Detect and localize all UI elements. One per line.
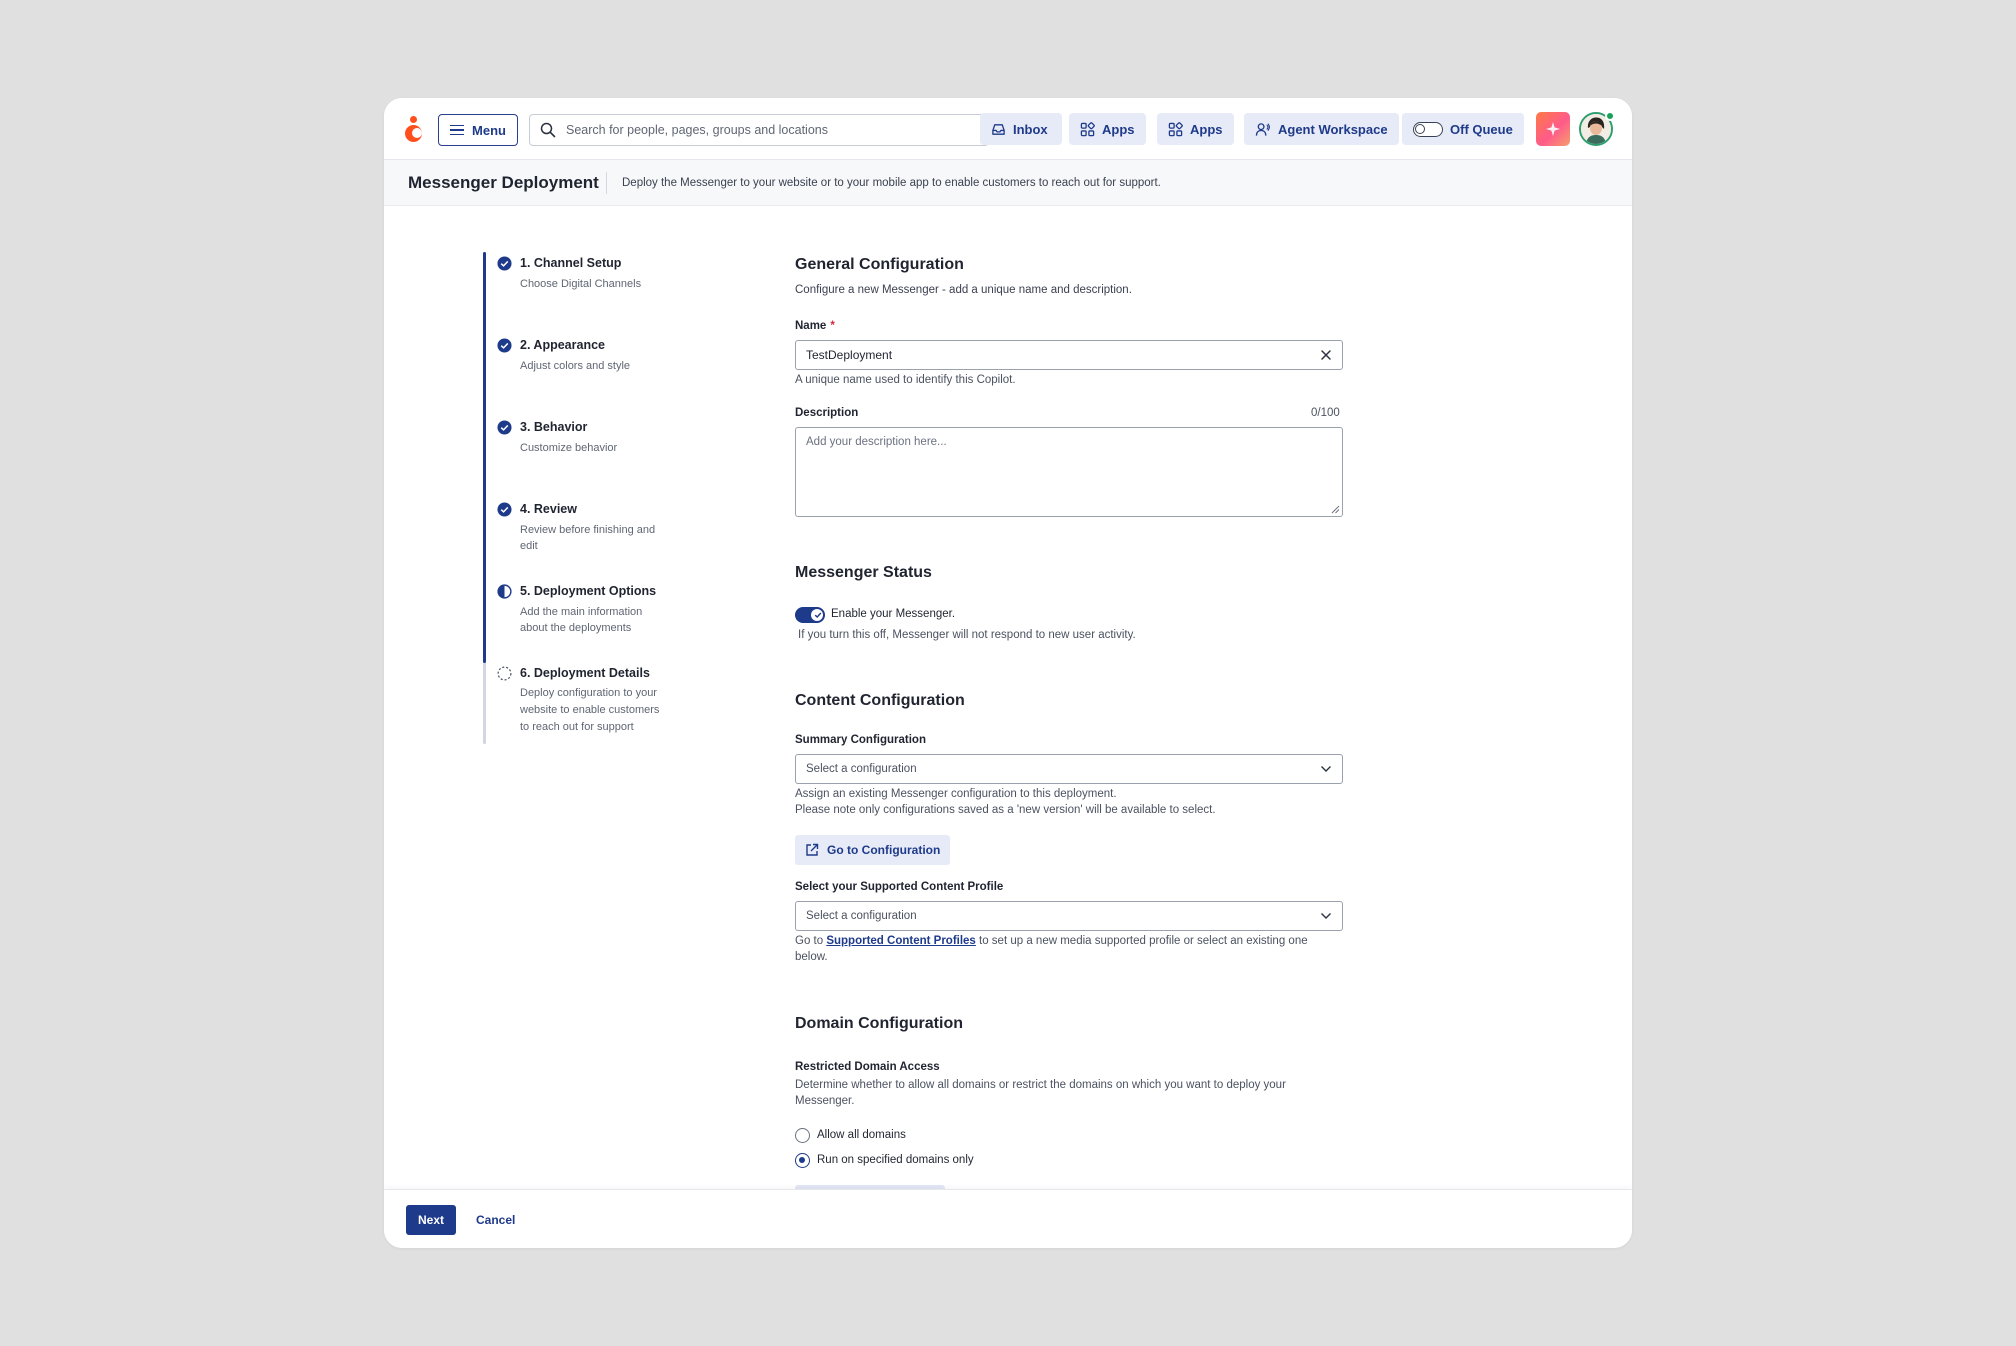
step-title: 2. Appearance [520,338,605,352]
clear-icon[interactable] [1320,349,1332,361]
header-divider [606,172,607,194]
online-status-dot [1605,111,1615,121]
description-counter: 0/100 [1311,407,1340,419]
step-title: 5. Deployment Options [520,584,657,598]
queue-status-label: Off Queue [1450,121,1513,137]
step-subtitle: Review before finishing and edit [520,524,656,552]
content-profile-help: Go to Supported Content Profiles to set … [795,935,1308,947]
next-button[interactable]: Next [406,1205,456,1235]
enable-messenger-label: Enable your Messenger. [831,608,956,620]
apps-button-2[interactable]: Apps [1157,113,1234,145]
hamburger-icon [450,125,465,135]
step-subtitle: Add the main information about the deplo… [520,606,643,634]
summary-config-label: Summary Configuration [795,734,926,746]
resize-grip-icon[interactable] [1331,505,1340,514]
content-profile-help-line2: below. [795,951,828,963]
go-to-configuration-label: Go to Configuration [827,843,941,857]
step-subtitle: Adjust colors and style [520,360,631,372]
summary-help-2: Please note only configurations saved as… [795,804,1216,816]
specified-domains-label[interactable]: Run on specified domains only [817,1154,974,1166]
external-link-icon [806,843,819,856]
agent-workspace-button[interactable]: Agent Workspace [1244,113,1399,145]
search-icon [540,122,556,138]
half-circle-progress-icon [497,584,512,599]
menu-button-label: Menu [472,122,506,138]
agent-headset-icon [1255,122,1270,136]
wizard-footer: Next Cancel [384,1189,1632,1248]
step-subtitle: Deploy configuration to your website to … [520,687,660,733]
description-textarea[interactable] [806,436,1332,508]
description-label: Description [795,407,859,419]
apps-button-1[interactable]: Apps [1069,113,1146,145]
check-icon [814,612,822,618]
search-input[interactable] [566,123,966,137]
general-config-heading: General Configuration [795,256,964,273]
copilot-sparkle-button[interactable] [1536,112,1570,146]
specified-domains-radio[interactable] [795,1153,810,1168]
messenger-status-heading: Messenger Status [795,564,932,581]
chevron-down-icon [1321,913,1331,919]
page-header: Messenger Deployment Deploy the Messenge… [384,160,1632,206]
name-label: Name * [795,320,835,332]
restricted-domain-label: Restricted Domain Access [795,1061,940,1073]
app-window: Menu Inbox Apps Apps Agent Workspace Off… [384,98,1632,1248]
name-field[interactable] [795,340,1343,370]
content-profile-help-prefix: Go to [795,935,827,947]
dashed-circle-icon [497,666,512,681]
allow-all-domains-radio[interactable] [795,1128,810,1143]
agent-workspace-label: Agent Workspace [1278,121,1388,137]
chevron-down-icon [1321,766,1331,772]
restricted-domain-help-2: Messenger. [795,1095,855,1107]
inbox-button[interactable]: Inbox [980,113,1062,145]
step-title: 1. Channel Setup [520,256,622,270]
check-circle-icon [497,256,512,271]
messenger-status-help: If you turn this off, Messenger will not… [798,629,1136,641]
stepper-progress [483,252,486,663]
inbox-label: Inbox [1013,121,1048,137]
content-config-heading: Content Configuration [795,692,965,709]
go-to-configuration-button[interactable]: Go to Configuration [795,835,951,865]
domain-config-heading: Domain Configuration [795,1015,963,1032]
page-title: Messenger Deployment [408,173,599,192]
top-navigation-bar: Menu Inbox Apps Apps Agent Workspace Off… [384,98,1632,160]
inbox-icon [992,123,1005,135]
apps-label-1: Apps [1102,121,1135,137]
supported-content-profiles-link[interactable]: Supported Content Profiles [826,935,976,947]
summary-help-1: Assign an existing Messenger configurati… [795,788,1117,800]
general-config-description: Configure a new Messenger - add a unique… [795,284,1132,296]
queue-toggle-button[interactable]: Off Queue [1402,113,1524,145]
name-label-text: Name [795,320,827,332]
apps-grid-icon [1168,121,1183,136]
step-title: 6. Deployment Details [520,666,650,680]
queue-toggle-icon [1413,121,1443,137]
content-profile-help-suffix: to set up a new media supported profile … [975,935,1308,947]
menu-button[interactable]: Menu [438,114,518,146]
step-subtitle: Choose Digital Channels [520,278,642,290]
sparkle-icon [1546,122,1560,136]
content-profile-select[interactable]: Select a configuration [795,901,1343,931]
check-circle-icon [497,338,512,353]
global-search[interactable] [529,114,989,146]
allow-all-domains-label[interactable]: Allow all domains [817,1129,906,1141]
summary-config-select[interactable]: Select a configuration [795,754,1343,784]
description-field[interactable] [795,427,1343,517]
apps-label-2: Apps [1190,121,1223,137]
summary-config-value: Select a configuration [806,763,917,775]
step-subtitle: Customize behavior [520,442,618,454]
step-title: 3. Behavior [520,420,588,434]
content-profile-label: Select your Supported Content Profile [795,881,1004,893]
check-circle-icon [497,420,512,435]
check-circle-icon [497,502,512,517]
apps-grid-icon [1080,121,1095,136]
step-title: 4. Review [520,502,577,516]
page-description: Deploy the Messenger to your website or … [622,177,1161,189]
brand-logo[interactable] [404,116,424,144]
name-input[interactable] [806,348,1320,362]
cancel-button[interactable]: Cancel [466,1205,525,1235]
required-asterisk: * [830,320,835,332]
restricted-domain-help-1: Determine whether to allow all domains o… [795,1079,1286,1091]
content-profile-value: Select a configuration [806,910,917,922]
name-help-text: A unique name used to identify this Copi… [795,374,1016,386]
